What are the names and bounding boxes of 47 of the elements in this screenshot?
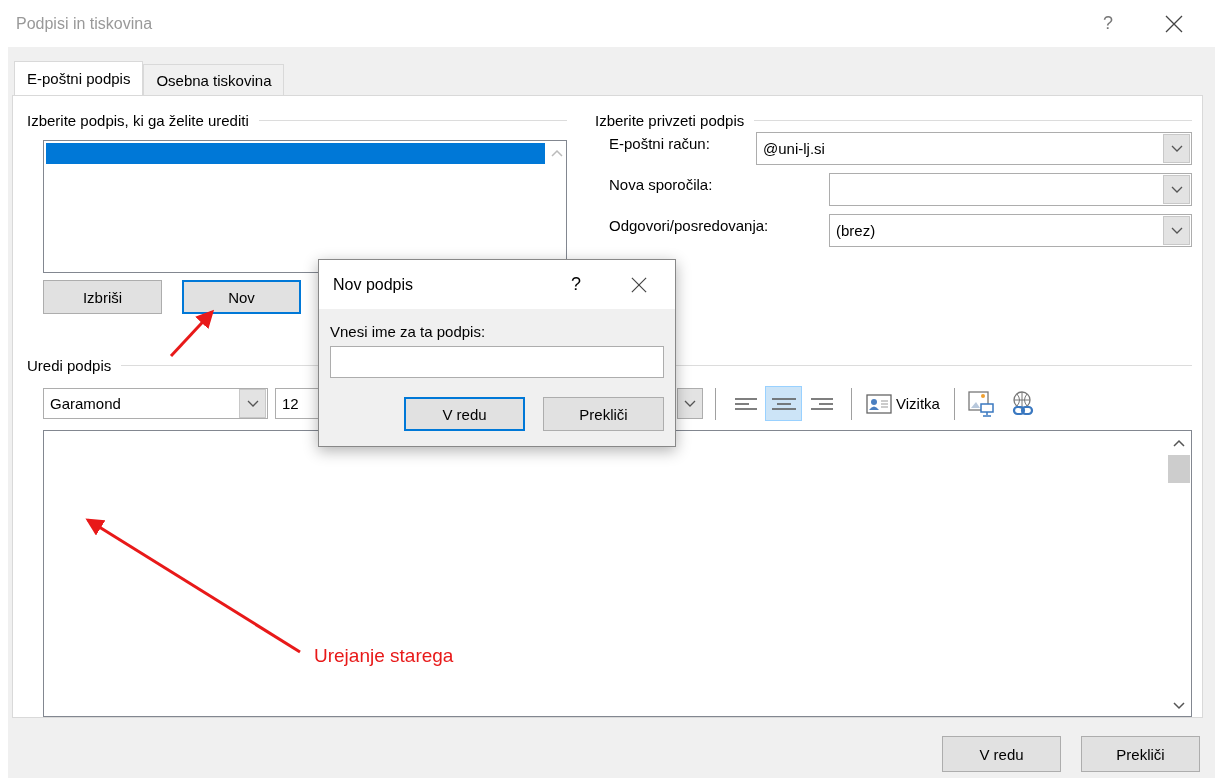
chevron-icon <box>1170 227 1183 234</box>
align-center-button[interactable] <box>765 386 802 422</box>
button[interactable]: Nov <box>182 280 301 314</box>
dropdown-value: @uni-lj.si <box>762 140 826 157</box>
tab[interactable]: Osebna tiskovina <box>143 64 285 95</box>
button[interactable]: V redu <box>404 397 525 431</box>
dropdown-value: Garamond <box>49 395 122 413</box>
scroll-down-icon[interactable] <box>1173 702 1185 710</box>
annotation-text: Urejanje starega <box>314 645 454 667</box>
align-left-icon <box>734 395 759 412</box>
picture-icon[interactable] <box>966 389 995 418</box>
window-title: Podpisi in tiskovina <box>16 14 154 33</box>
field-label: Odgovori/posredovanja: <box>609 216 769 234</box>
name-input-field[interactable] <box>330 346 664 378</box>
group-heading: Uredi podpis <box>27 357 112 375</box>
chevron-icon <box>246 400 259 408</box>
chevron-icon <box>1170 145 1183 152</box>
button[interactable]: Izbriši <box>43 280 162 314</box>
button[interactable]: Prekliči <box>543 397 664 431</box>
align-center-icon <box>771 395 796 412</box>
field-label: E-poštni račun: <box>609 134 710 152</box>
dropdown-value: 12 <box>281 395 300 413</box>
font-dropdown[interactable]: Garamond <box>43 388 268 420</box>
group-heading: Izberite privzeti podpis <box>595 111 745 129</box>
business-card-button[interactable]: Vizitka <box>864 387 942 420</box>
help-button[interactable]: ? <box>1103 13 1113 34</box>
tab[interactable]: E-poštni podpis <box>14 61 144 95</box>
help-button[interactable]: ? <box>571 274 581 295</box>
dropdown[interactable]: (brez) <box>829 214 1192 247</box>
chevron-icon <box>684 400 696 408</box>
dialog-title: Nov podpis <box>333 275 415 294</box>
button[interactable]: V redu <box>942 736 1061 772</box>
close-icon[interactable] <box>631 276 647 293</box>
contact-card-icon <box>866 393 892 414</box>
dropdown-value: (brez) <box>835 222 877 239</box>
button[interactable]: Prekliči <box>1081 736 1200 772</box>
scrollbar-thumb[interactable] <box>1168 454 1190 483</box>
chevron-icon <box>1170 186 1183 193</box>
group-heading: Izberite podpis, ki ga želite urediti <box>27 111 249 129</box>
field-label: Vnesi ime za ta podpis: <box>330 323 487 340</box>
annotation-arrow <box>169 309 215 358</box>
field-label: Nova sporočila: <box>609 175 713 193</box>
align-right-icon <box>808 395 833 412</box>
dropdown[interactable]: @uni-lj.si <box>756 132 1192 165</box>
close-icon[interactable] <box>1165 14 1183 33</box>
dropdown[interactable] <box>829 173 1192 206</box>
scroll-up-icon[interactable] <box>1173 438 1185 447</box>
